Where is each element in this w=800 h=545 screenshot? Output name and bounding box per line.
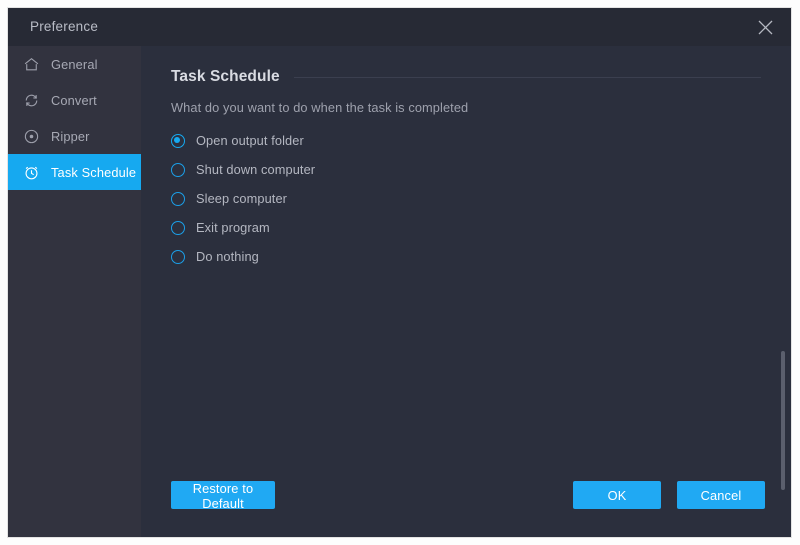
sidebar: General Convert Ripper Task Schedule (8, 46, 141, 537)
radio-do-nothing[interactable]: Do nothing (171, 242, 315, 271)
radio-open-output-folder[interactable]: Open output folder (171, 126, 315, 155)
radio-indicator (171, 133, 185, 148)
radio-label: Exit program (196, 220, 270, 235)
sidebar-item-label: General (51, 56, 98, 72)
header-divider (293, 76, 761, 78)
radio-indicator (171, 249, 185, 264)
radio-label: Sleep computer (196, 191, 288, 206)
section-subtitle: What do you want to do when the task is … (171, 100, 469, 115)
radio-label: Do nothing (196, 249, 259, 264)
radio-indicator (171, 220, 185, 235)
restore-to-default-button[interactable]: Restore to Default (171, 481, 275, 511)
radio-shut-down-computer[interactable]: Shut down computer (171, 155, 315, 184)
scrollbar-thumb[interactable] (781, 351, 785, 490)
content-panel: Task Schedule What do you want to do whe… (141, 46, 791, 537)
task-action-radio-group: Open output folder Shut down computer Sl… (171, 126, 315, 271)
close-button[interactable] (749, 12, 781, 42)
radio-label: Open output folder (196, 133, 304, 148)
radio-indicator (171, 191, 185, 206)
window-title: Preference (30, 19, 99, 34)
window-titlebar: Preference (8, 8, 791, 46)
refresh-icon (22, 91, 41, 110)
disc-icon (22, 127, 41, 146)
radio-sleep-computer[interactable]: Sleep computer (171, 184, 315, 213)
close-icon (756, 18, 775, 37)
section-header: Task Schedule (171, 68, 771, 86)
radio-indicator (171, 162, 185, 177)
sidebar-item-general[interactable]: General (8, 46, 141, 82)
screen-root: Preference General Convert Ripper Task S… (0, 0, 800, 545)
sidebar-item-label: Convert (51, 92, 97, 108)
sidebar-item-label: Ripper (51, 128, 90, 144)
radio-exit-program[interactable]: Exit program (171, 213, 315, 242)
page-title: Task Schedule (171, 68, 280, 85)
ok-button[interactable]: OK (573, 481, 661, 509)
sidebar-item-ripper[interactable]: Ripper (8, 118, 141, 154)
sidebar-item-label: Task Schedule (51, 164, 137, 180)
preference-window: Preference General Convert Ripper Task S… (8, 8, 791, 537)
sidebar-item-task-schedule[interactable]: Task Schedule (8, 154, 141, 190)
content-scrollbar[interactable] (780, 46, 786, 490)
sidebar-item-convert[interactable]: Convert (8, 82, 141, 118)
radio-label: Shut down computer (196, 162, 316, 177)
alarm-clock-icon (22, 163, 41, 182)
cancel-button[interactable]: Cancel (677, 481, 765, 509)
home-icon (22, 55, 41, 74)
